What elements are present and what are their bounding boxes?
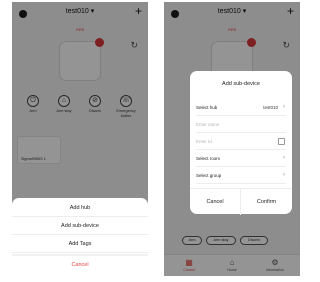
select-hub-value: test010	[263, 105, 278, 110]
select-hub-label: Select hub	[196, 105, 218, 110]
select-room-label: Select room	[196, 156, 221, 161]
add-tags-button[interactable]: Add Tags	[12, 235, 148, 253]
id-placeholder: Enter Id	[196, 139, 212, 144]
chevron-right-icon: ›	[283, 172, 285, 178]
chevron-right-icon: ›	[283, 104, 285, 110]
add-subdevice-button[interactable]: Add sub-device	[12, 217, 148, 235]
confirm-button[interactable]: Confirm	[241, 189, 292, 215]
select-hub-row[interactable]: Select hub test010 ›	[196, 99, 286, 116]
select-group-row[interactable]: Select group ›	[196, 167, 286, 184]
select-room-row[interactable]: Select room ›	[196, 150, 286, 167]
chevron-right-icon: ›	[283, 155, 285, 161]
add-hub-button[interactable]: Add hub	[12, 199, 148, 217]
cancel-button[interactable]: Cancel	[190, 189, 241, 215]
right-phone-screen: test010 ▾ + Arm ↻ Arm Arm stay Disarm ▦ …	[164, 2, 300, 276]
id-field[interactable]: Enter Id	[196, 133, 286, 150]
cancel-button[interactable]: Cancel	[12, 256, 148, 274]
dialog-buttons: Cancel Confirm	[190, 188, 292, 215]
dialog-title: Add sub-device	[222, 81, 260, 87]
left-phone-screen: test010 ▾ + Arm ↻ ⏻ Arm ⌂ Arm stay ⊘ Dis…	[12, 2, 148, 276]
select-group-label: Select group	[196, 173, 222, 178]
name-placeholder: Enter name	[196, 122, 220, 127]
add-subdevice-dialog: Add sub-device Select hub test010 › Ente…	[190, 71, 292, 215]
scan-icon[interactable]	[278, 138, 285, 145]
name-field[interactable]: Enter name	[196, 116, 286, 133]
action-sheet: Add hub Add sub-device Add Tags Cancel	[12, 198, 148, 276]
